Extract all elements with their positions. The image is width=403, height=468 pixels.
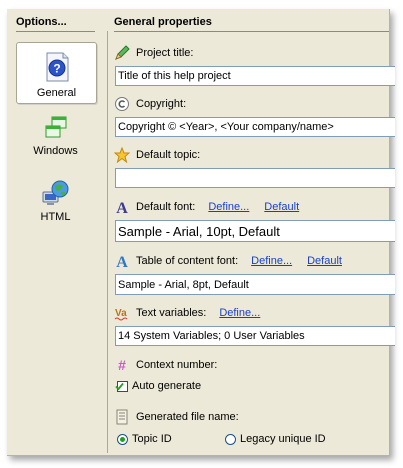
- star-icon: [114, 147, 130, 163]
- context-number-label-row: # Context number:: [114, 356, 217, 374]
- toc-font-sample[interactable]: Sample - Arial, 8pt, Default: [115, 274, 395, 295]
- context-number-label: Context number:: [136, 359, 218, 371]
- generated-file-name-label-row: Generated file name:: [114, 408, 239, 426]
- copyright-label: Copyright:: [136, 98, 187, 110]
- toc-font-label-row: A Table of content font: Define... Defau…: [114, 252, 342, 270]
- option-windows[interactable]: Windows: [16, 115, 95, 167]
- legacy-unique-id-label: Legacy unique ID: [240, 433, 326, 445]
- topic-id-radio-button[interactable]: [117, 433, 128, 445]
- globe-computer-icon: [42, 180, 68, 205]
- toc-font-default-link[interactable]: Default: [307, 255, 342, 267]
- svg-text:?: ?: [53, 62, 60, 76]
- auto-generate-checkbox[interactable]: Auto generate: [115, 377, 202, 395]
- copyright-label-row: Copyright:: [114, 95, 186, 113]
- svg-text:A: A: [116, 254, 128, 269]
- legacy-unique-id-radio[interactable]: Legacy unique ID: [225, 430, 326, 448]
- text-variables-define-link[interactable]: Define...: [219, 307, 260, 319]
- svg-text:Va: Va: [115, 308, 127, 319]
- document-icon: [116, 409, 128, 425]
- pane-divider: [107, 31, 108, 453]
- topic-id-label: Topic ID: [132, 433, 172, 445]
- svg-text:A: A: [116, 200, 128, 215]
- auto-generate-label: Auto generate: [132, 380, 202, 392]
- default-topic-label-row: Default topic:: [114, 146, 200, 164]
- option-general-label: General: [36, 87, 77, 99]
- text-variables-label-row: Va Text variables: Define...: [114, 304, 260, 322]
- default-font-default-link[interactable]: Default: [264, 201, 299, 213]
- default-topic-label: Default topic:: [136, 149, 201, 161]
- variables-icon: Va: [114, 308, 128, 321]
- hash-icon: #: [118, 357, 126, 373]
- options-title: Options...: [16, 16, 95, 32]
- option-windows-label: Windows: [33, 145, 78, 157]
- general-properties-title: General properties: [114, 16, 389, 32]
- windows-icon: [45, 116, 66, 138]
- topic-id-radio[interactable]: Topic ID: [117, 430, 172, 448]
- legacy-unique-id-radio-button[interactable]: [225, 433, 236, 445]
- font-icon: A: [116, 200, 128, 215]
- default-font-define-link[interactable]: Define...: [208, 201, 249, 213]
- copyright-input[interactable]: Copyright © <Year>, <Your company/name>: [115, 117, 395, 137]
- copyright-icon: [115, 97, 129, 111]
- project-title-label: Project title:: [136, 47, 194, 59]
- options-dialog: Options... ? General Windows HTML Genera…: [7, 9, 395, 456]
- auto-generate-check-box[interactable]: [115, 380, 128, 392]
- font-icon: A: [116, 254, 128, 269]
- checkmark-icon: [115, 382, 124, 390]
- toc-font-define-link[interactable]: Define...: [251, 255, 292, 267]
- help-book-icon: ?: [46, 52, 68, 82]
- option-html[interactable]: HTML: [16, 179, 95, 231]
- project-title-input[interactable]: Title of this help project: [115, 66, 395, 86]
- toc-font-label: Table of content font:: [136, 255, 239, 267]
- default-font-label: Default font:: [136, 201, 196, 213]
- text-variables-summary[interactable]: 14 System Variables; 0 User Variables: [115, 326, 395, 346]
- default-topic-input[interactable]: [115, 168, 395, 188]
- option-html-label: HTML: [40, 211, 71, 223]
- svg-text:#: #: [118, 357, 126, 373]
- default-font-sample[interactable]: Sample - Arial, 10pt, Default: [115, 220, 395, 242]
- default-font-label-row: A Default font: Define... Default: [114, 198, 299, 216]
- option-general[interactable]: ? General: [16, 42, 97, 104]
- text-variables-label: Text variables:: [136, 307, 207, 319]
- generated-file-name-label: Generated file name:: [136, 411, 239, 423]
- project-title-label-row: Project title:: [114, 44, 193, 62]
- pencil-icon: [115, 45, 130, 60]
